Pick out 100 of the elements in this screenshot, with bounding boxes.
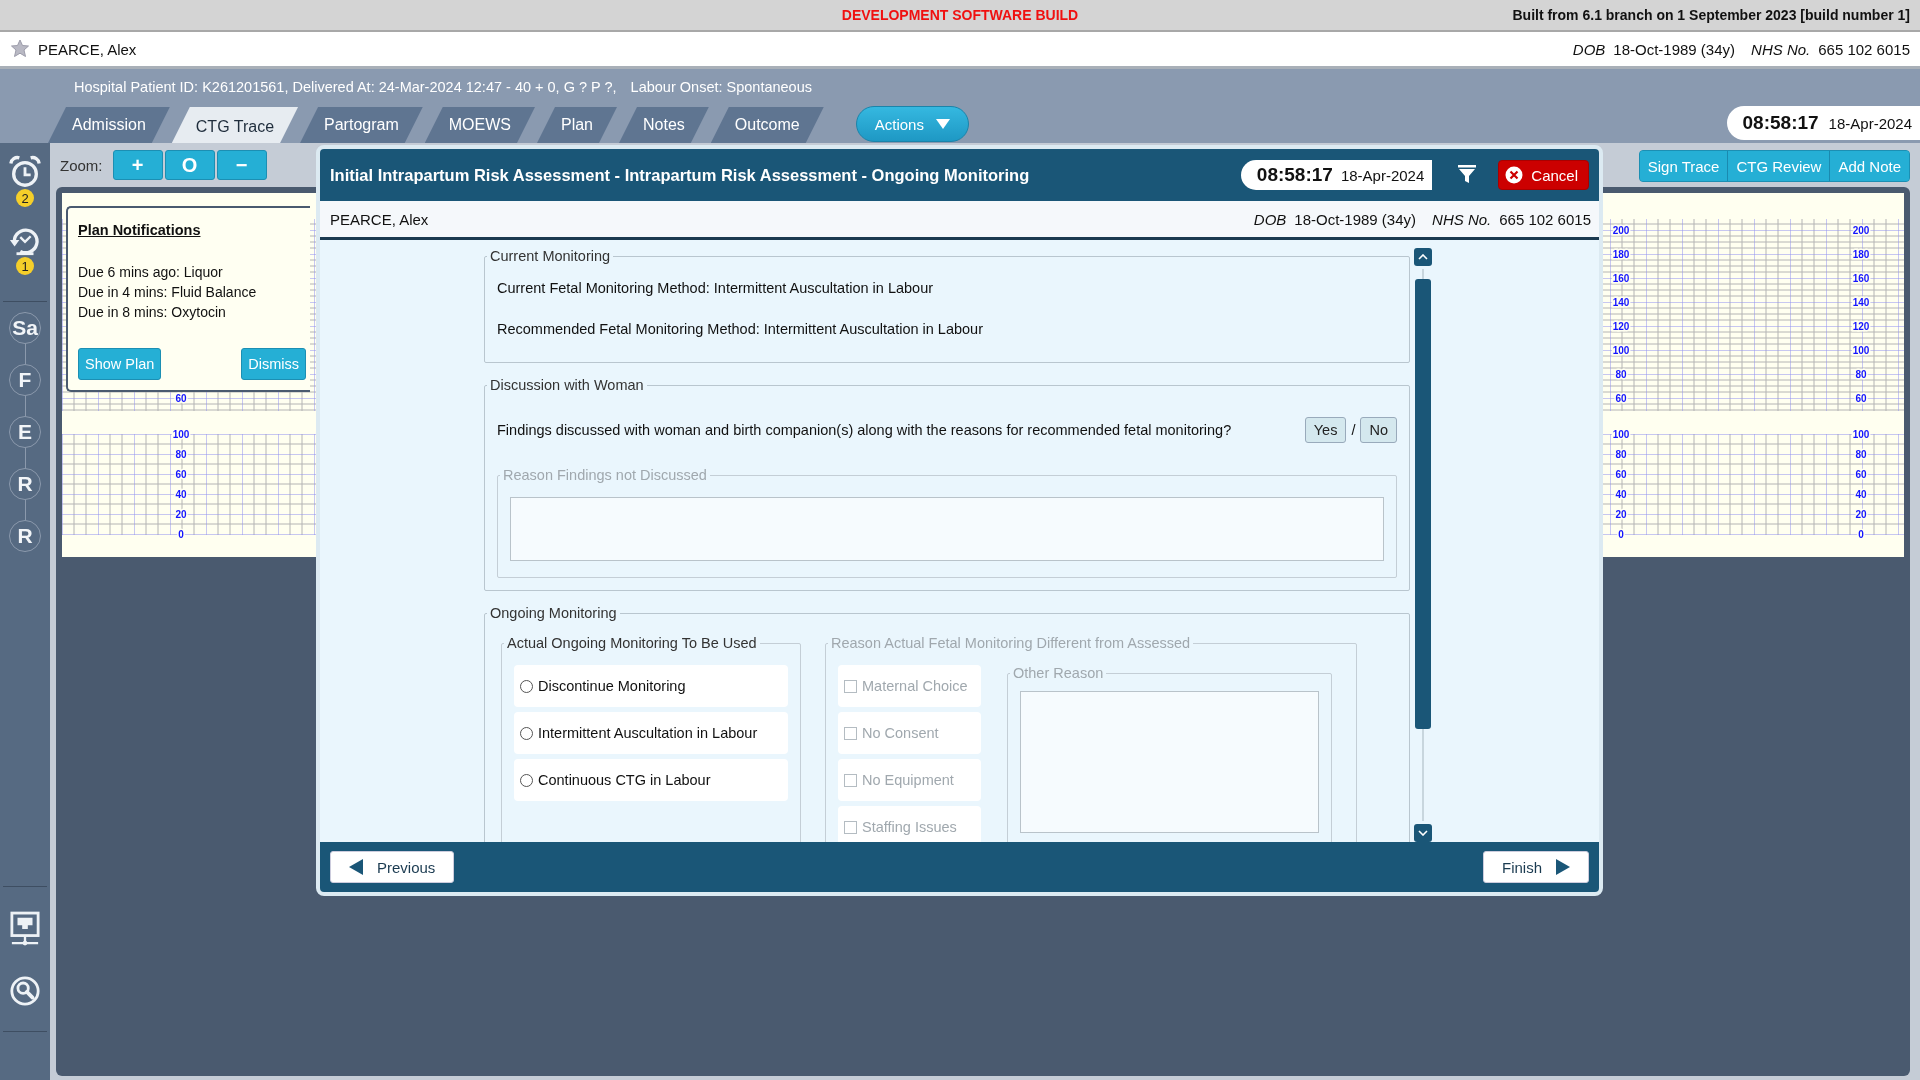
clock-time: 08:58:17 [1256,164,1333,186]
clock-date: 18-Apr-2024 [1828,114,1912,132]
axis-tick-label: 200 [1612,225,1630,236]
axis-tick-label: 100 [172,429,190,440]
alarm-clock-icon[interactable] [8,155,42,189]
field-legend: Reason Findings not Discussed [500,467,710,483]
nav-tab[interactable]: CTG Trace [171,107,299,143]
field-legend: Actual Ongoing Monitoring To Be Used [504,635,760,651]
section-legend: Ongoing Monitoring [487,605,620,621]
scroll-up-button[interactable] [1414,248,1432,266]
field-legend: Reason Actual Fetal Monitoring Different from Assessed [828,635,1194,651]
close-icon [1505,166,1524,184]
nhs-number: 665 102 6015 [1818,40,1910,58]
trace-action-button[interactable]: Add Note [1829,151,1909,181]
search-icon[interactable] [9,975,41,1007]
notification-button[interactable]: Show Plan [78,348,162,380]
axis-tick-label: 0 [1618,529,1624,540]
axis-tick-label: 140 [1612,297,1630,308]
nhs-number: 665 102 6015 [1499,210,1591,228]
zoom-button[interactable]: + [112,150,163,180]
axis-tick-label: 120 [1852,321,1870,332]
notification-item: Due in 8 mins: Oxytocin [78,303,227,322]
notification-item: Due in 4 mins: Fluid Balance [78,283,258,302]
axis-tick-label: 20 [175,509,187,520]
axis-tick-label: 80 [175,449,187,460]
encounter-info: Labour Onset: Spontaneous [630,79,812,95]
nav-tab[interactable]: Notes [619,107,709,143]
axis-tick-label: 100 [1852,345,1870,356]
clock-time: 08:58:17 [1742,112,1819,134]
notification-button[interactable]: Dismiss [241,348,306,380]
axis-tick-label: 40 [175,489,187,500]
nav-tab[interactable]: Plan [536,107,617,143]
axis-tick-label: 160 [1612,273,1630,284]
filter-icon[interactable] [1458,165,1477,185]
nav-tab[interactable]: Partogram [300,107,423,143]
axis-tick-label: 80 [1615,369,1627,380]
option-label: No Equipment [862,772,954,788]
step-button[interactable]: R [9,520,41,552]
nav-tab[interactable]: Outcome [710,107,824,143]
monitoring-info: Recommended Fetal Monitoring Method: Intermittent Auscultation in Labour [497,320,984,339]
axis-tick-label: 80 [1615,449,1627,460]
dialog-title: Initial Intrapartum Risk Assessment - Intrapartum Risk Assessment - Ongoing Monitoring [330,165,1030,185]
axis-tick-label: 160 [1852,273,1870,284]
axis-tick-label: 200 [1852,225,1870,236]
axis-tick-label: 80 [1855,369,1867,380]
network-icon[interactable] [10,911,40,947]
nav-tab[interactable]: Admission [48,107,170,143]
actions-button[interactable]: Actions [855,106,969,142]
axis-tick-label: 40 [1855,489,1867,500]
chevron-up-icon [1418,253,1428,260]
axis-tick-label: 100 [1612,345,1630,356]
axis-tick-label: 180 [1852,249,1870,260]
axis-tick-label: 20 [1855,509,1867,520]
axis-tick-label: 120 [1612,321,1630,332]
option-label: Maternal Choice [862,678,968,694]
axis-tick-label: 60 [175,469,187,480]
step-button[interactable]: R [9,468,41,500]
separator-text: / [1350,422,1357,438]
axis-tick-label: 140 [1852,297,1870,308]
zoom-button[interactable]: O [164,150,215,180]
radio-option[interactable]: Continuous CTG in Labour [514,759,788,801]
axis-tick-label: 100 [1612,429,1630,440]
section-legend: Current Monitoring [487,248,614,264]
axis-tick-label: 20 [1615,509,1627,520]
build-warning: DEVELOPMENT SOFTWARE BUILD [841,7,1079,23]
radio-option[interactable]: Discontinue Monitoring [514,665,788,707]
finish-button[interactable]: Finish [1483,851,1589,883]
scrollbar-thumb[interactable] [1415,278,1431,729]
chevron-down-icon [1418,830,1428,837]
caret-icon [935,119,950,129]
zoom-button[interactable]: − [216,150,267,180]
nav-tab[interactable]: MOEWS [424,107,535,143]
axis-tick-label: 60 [1615,393,1627,404]
alert-count-badge: 1 [16,257,34,275]
answer-toggle[interactable]: Yes [1304,417,1347,443]
option-label: No Consent [862,725,939,741]
option-label: Continuous CTG in Labour [538,772,711,788]
notification-title: Plan Notifications [78,222,202,238]
step-button[interactable]: F [9,364,41,396]
right-arrow-icon [1556,859,1570,875]
answer-toggle[interactable]: No [1360,417,1397,443]
alert-count-badge: 2 [16,189,34,207]
step-button[interactable]: E [9,416,41,448]
scroll-down-button[interactable] [1414,824,1432,842]
option-label: Discontinue Monitoring [538,678,686,694]
section-legend: Discussion with Woman [487,377,647,393]
option-label: Intermittent Auscultation in Labour [538,725,758,741]
patient-name: PEARCE, Alex [330,210,429,228]
build-info: Built from 6.1 branch on 1 September 2023 [build number 1] [1512,7,1910,23]
cancel-button[interactable]: Cancel [1498,160,1589,190]
monitoring-info: Current Fetal Monitoring Method: Intermittent Auscultation in Labour [497,279,935,298]
dob-value: 18-Oct-1989 (34y) [1613,40,1736,58]
clock-date: 18-Apr-2024 [1340,166,1425,184]
axis-tick-label: 60 [1855,469,1867,480]
notification-item: Due 6 mins ago: Liquor [78,263,224,282]
field-legend: Other Reason [1010,665,1107,681]
step-button[interactable]: Sa [9,312,41,344]
radio-option[interactable]: Intermittent Auscultation in Labour [514,712,788,754]
patient-name: PEARCE, Alex [38,40,137,58]
previous-button[interactable]: Previous [330,851,455,883]
